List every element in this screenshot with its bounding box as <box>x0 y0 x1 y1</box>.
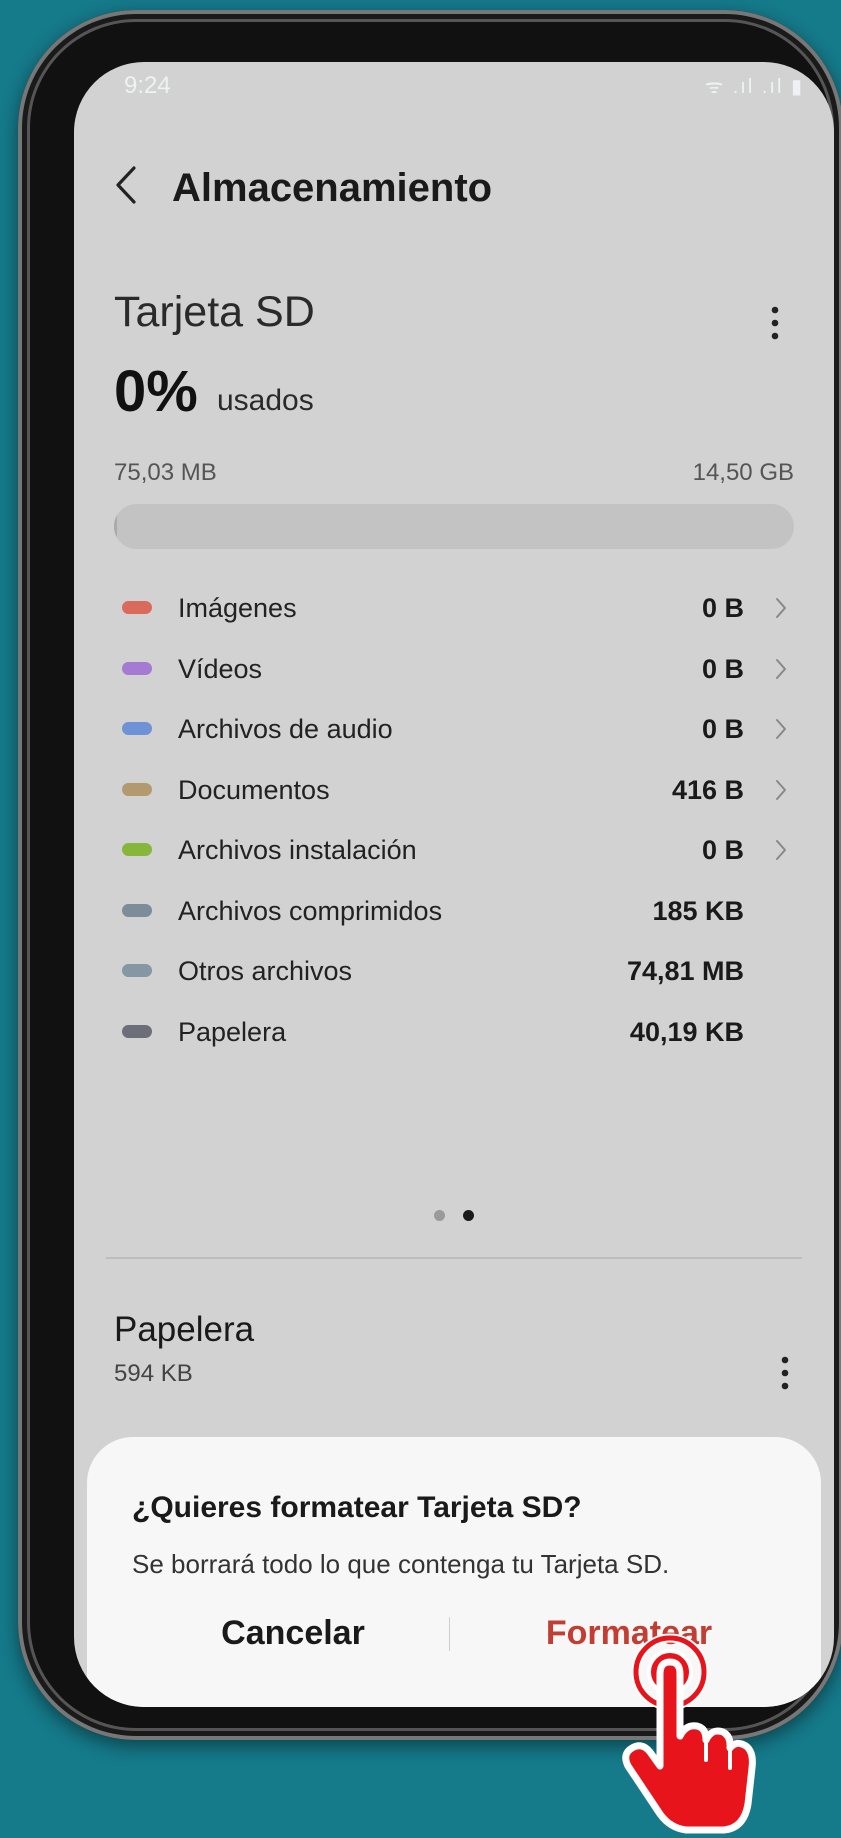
category-color-swatch <box>122 661 152 675</box>
more-vertical-icon <box>771 306 779 340</box>
storage-more-button[interactable] <box>760 298 790 348</box>
page-indicator <box>74 1208 834 1226</box>
category-row: Papelera 40,19 KB <box>74 1001 834 1061</box>
category-label: Vídeos <box>178 653 263 684</box>
more-vertical-icon <box>781 1356 789 1390</box>
category-row: Otros archivos 74,81 MB <box>74 940 834 1000</box>
status-bar: 9:24 ᯤ .ıl .ıl ▮ <box>124 68 804 106</box>
category-color-swatch <box>122 601 152 614</box>
category-size: 0 B <box>701 835 744 865</box>
category-color-swatch <box>122 722 152 735</box>
usage-bar-fill <box>114 504 118 549</box>
page-dot-active[interactable] <box>463 1210 474 1221</box>
usage-percent: 0% <box>114 359 198 424</box>
category-label: Imágenes <box>178 593 297 623</box>
button-separator <box>449 1617 450 1651</box>
category-color-swatch <box>122 782 152 796</box>
category-row[interactable]: Imágenes 0 B <box>74 577 834 637</box>
category-row[interactable]: Archivos de audio 0 B <box>74 698 834 758</box>
divider <box>106 1257 802 1259</box>
status-time: 9:24 <box>124 72 171 99</box>
category-size: 0 B <box>701 593 744 623</box>
category-label: Archivos de audio <box>178 714 393 744</box>
category-size: 40,19 KB <box>629 1016 744 1047</box>
chevron-right-icon <box>776 658 786 679</box>
cancel-button[interactable]: Cancelar <box>143 1603 443 1663</box>
category-size: 0 B <box>701 653 744 684</box>
used-space: 75,03 MB <box>114 459 217 486</box>
category-color-swatch <box>122 964 152 977</box>
category-row[interactable]: Archivos instalación 0 B <box>74 819 834 879</box>
trash-size: 594 KB <box>114 1360 193 1387</box>
trash-more-button[interactable] <box>770 1348 800 1398</box>
tap-hand-icon <box>622 1633 756 1834</box>
chevron-right-icon <box>776 779 786 800</box>
chevron-right-icon <box>776 719 786 739</box>
chevron-left-icon <box>116 166 136 204</box>
page-title: Almacenamiento <box>172 166 493 210</box>
category-size: 74,81 MB <box>626 956 744 986</box>
category-size: 0 B <box>701 714 744 744</box>
category-size: 416 B <box>671 774 744 805</box>
back-button[interactable] <box>108 160 148 210</box>
trash-title[interactable]: Papelera <box>114 1310 254 1350</box>
category-color-swatch <box>122 843 152 856</box>
storage-name: Tarjeta SD <box>114 288 315 336</box>
category-label: Documentos <box>178 774 330 805</box>
screen: 9:24 ᯤ .ıl .ıl ▮ Almacenamiento Tarjeta … <box>74 62 834 1707</box>
usage-bar <box>114 504 794 549</box>
dialog-title: ¿Quieres formatear Tarjeta SD? <box>132 1491 582 1524</box>
category-row: Archivos comprimidos 185 KB <box>74 880 834 940</box>
status-icons: ᯤ .ıl .ıl ▮ <box>704 76 804 98</box>
page-dot[interactable] <box>434 1210 445 1221</box>
category-label: Archivos instalación <box>178 835 417 865</box>
category-size: 185 KB <box>652 895 744 926</box>
category-row[interactable]: Vídeos 0 B <box>74 638 834 698</box>
dialog-message: Se borrará todo lo que contenga tu Tarje… <box>132 1549 670 1579</box>
total-space: 14,50 GB <box>692 459 794 486</box>
category-label: Otros archivos <box>178 956 353 986</box>
category-color-swatch <box>122 1024 152 1038</box>
category-color-swatch <box>122 903 152 917</box>
category-label: Papelera <box>178 1016 287 1047</box>
category-label: Archivos comprimidos <box>178 895 443 926</box>
chevron-right-icon <box>776 598 786 618</box>
usage-percent-label: usados <box>217 384 314 417</box>
phone-frame: 9:24 ᯤ .ıl .ıl ▮ Almacenamiento Tarjeta … <box>18 10 841 1740</box>
chevron-right-icon <box>776 840 786 860</box>
category-row[interactable]: Documentos 416 B <box>74 759 834 819</box>
